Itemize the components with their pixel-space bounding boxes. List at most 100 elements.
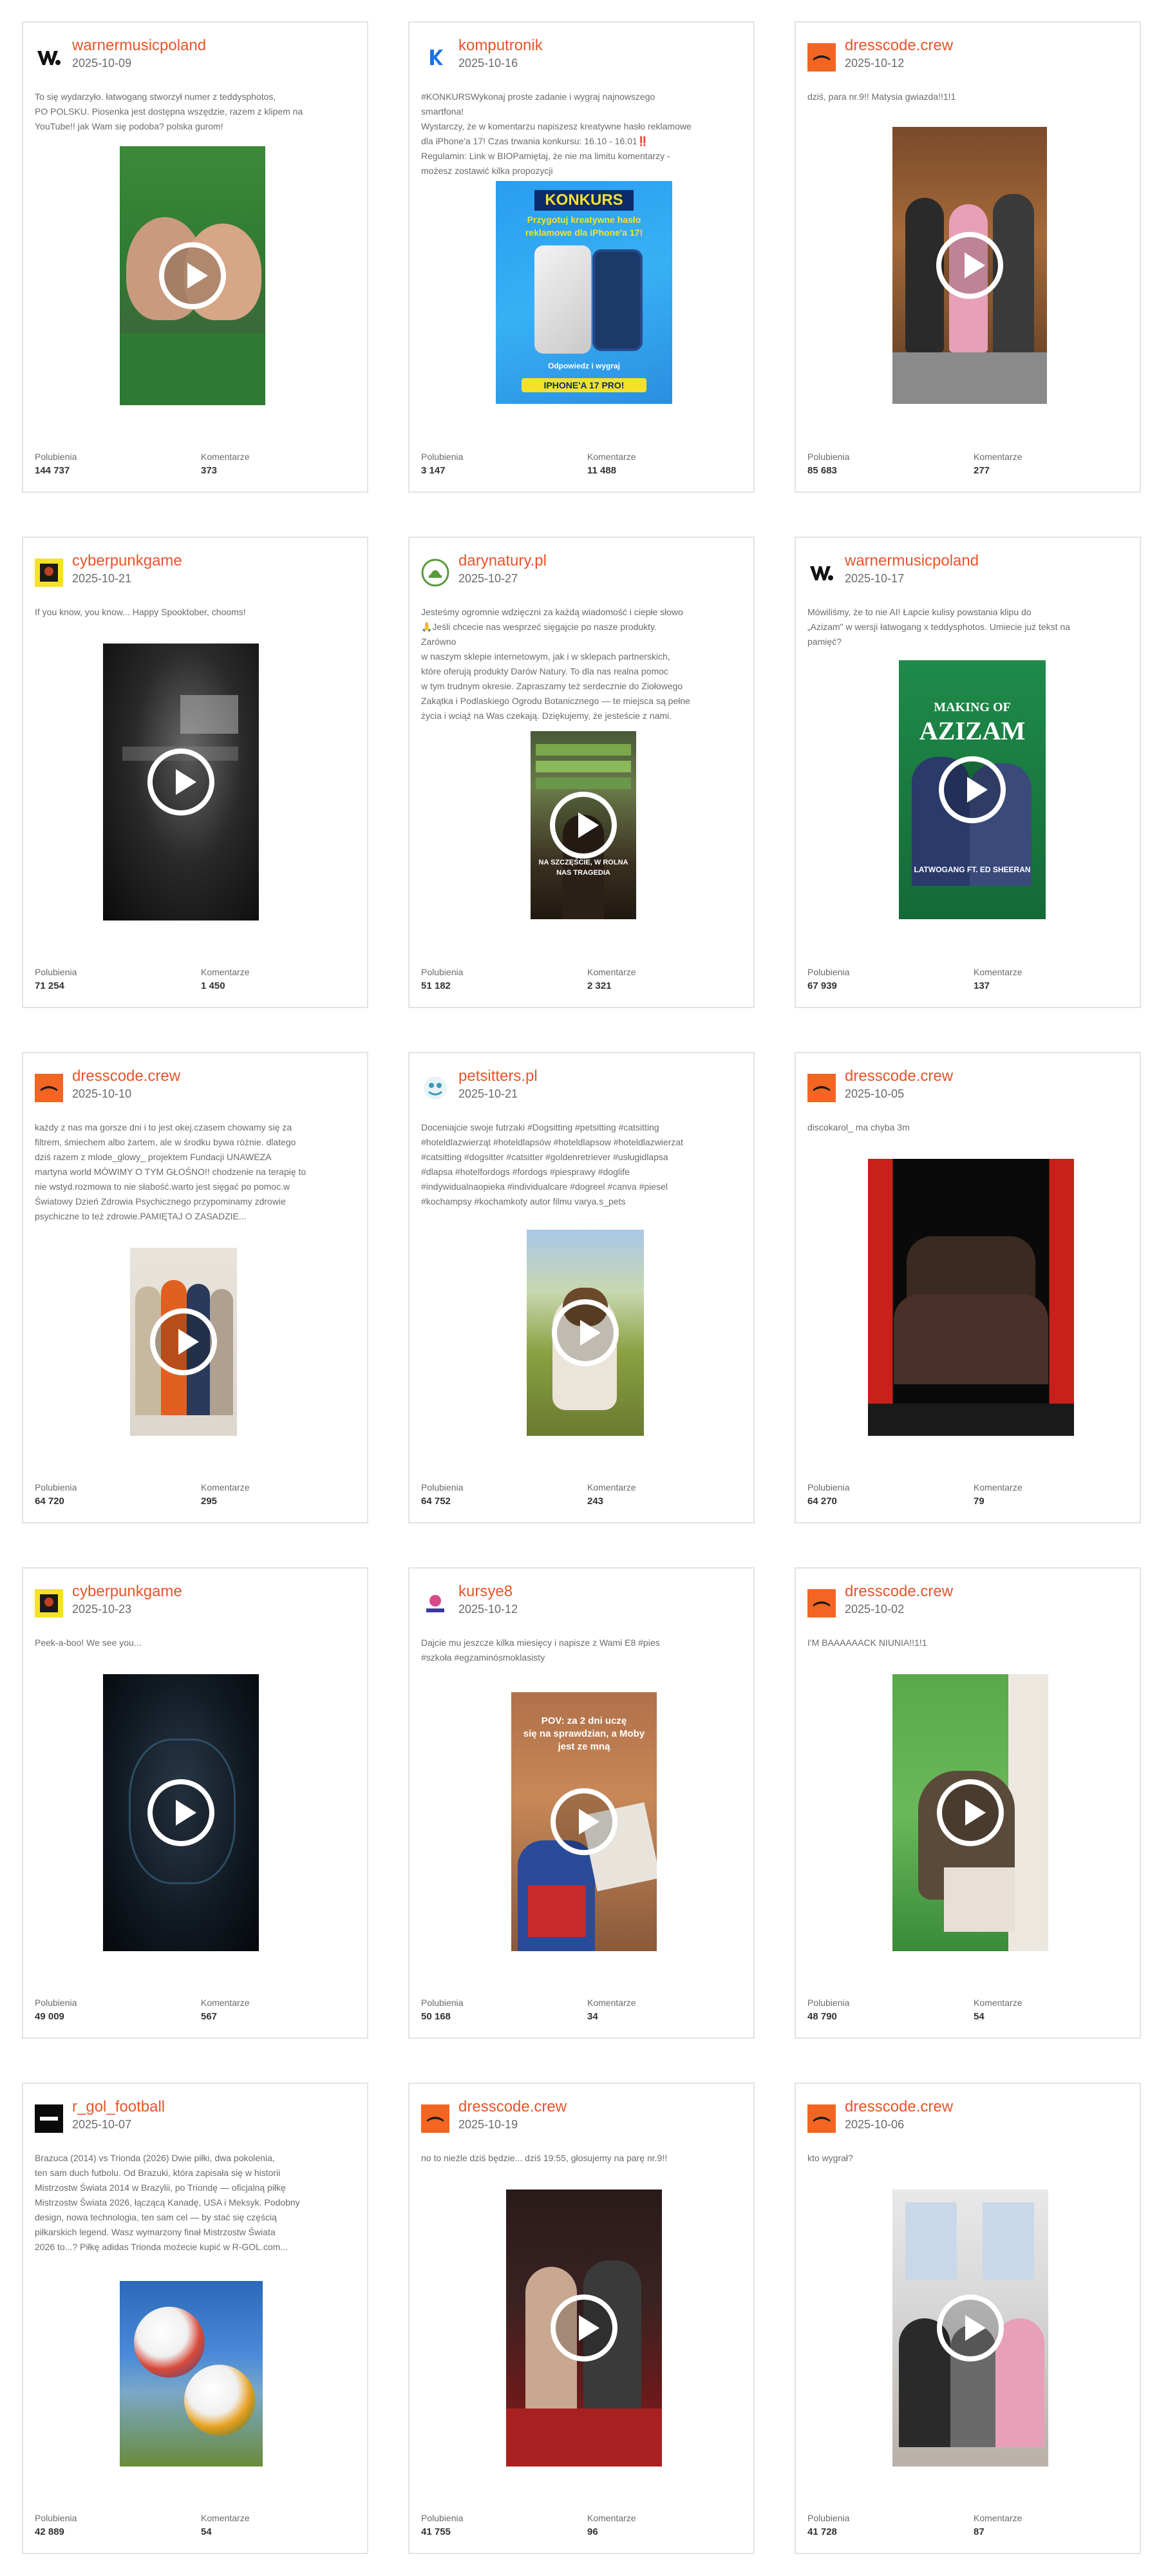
post-description: Doceniajcie swoje futrzaki #Dogsitting #… <box>421 1122 684 1207</box>
video-artist: LATWOGANG FT. ED SHEERAN <box>914 865 1031 874</box>
author-link[interactable]: kursye8 <box>458 1583 513 1601</box>
post-stats: Polubienia 71 254 Komentarze 1 450 <box>35 967 355 995</box>
post-card[interactable]: dresscode.crew 2025-10-12 dziś, para nr.… <box>795 21 1141 493</box>
post-image[interactable] <box>868 1159 1074 1436</box>
comments-label: Komentarze <box>201 967 250 977</box>
play-icon[interactable] <box>550 792 617 859</box>
play-icon[interactable] <box>551 2295 617 2361</box>
likes-label: Polubienia <box>35 967 77 977</box>
post-card[interactable]: r_gol_football 2025-10-07 Brazuca (2014)… <box>22 2083 368 2554</box>
play-icon[interactable] <box>937 1779 1004 1846</box>
dresscode-logo-icon[interactable] <box>807 2104 836 2133</box>
comments-count: 373 <box>201 465 218 476</box>
post-header: cyberpunkgame 2025-10-23 <box>35 1583 355 1619</box>
post-description: To się wydarzyło. łatwogang stworzył num… <box>35 91 303 131</box>
video-thumbnail[interactable] <box>892 127 1047 404</box>
video-thumbnail[interactable] <box>892 2190 1048 2466</box>
author-link[interactable]: warnermusicpoland <box>845 552 979 570</box>
video-thumbnail[interactable]: KONKURS Przygotuj kreatywne hasło reklam… <box>496 181 672 404</box>
play-icon[interactable] <box>147 749 214 816</box>
video-thumbnail[interactable] <box>506 2190 662 2466</box>
author-link[interactable]: dresscode.crew <box>72 1067 180 1085</box>
post-card[interactable]: warnermusicpoland 2025-10-09 To się wyda… <box>22 21 368 493</box>
author-link[interactable]: cyberpunkgame <box>72 1583 182 1601</box>
author-link[interactable]: dresscode.crew <box>845 1067 953 1085</box>
likes-count: 3 147 <box>421 465 446 476</box>
comments-count: 567 <box>201 2011 218 2022</box>
post-stats: Polubienia 41 728 Komentarze 87 <box>807 2513 1128 2541</box>
contest-cta[interactable]: IPHONE'A 17 PRO! <box>522 378 646 392</box>
kursye8-logo-icon[interactable] <box>421 1589 449 1617</box>
author-link[interactable]: komputronik <box>458 37 543 55</box>
warner-logo-icon[interactable] <box>807 558 836 587</box>
cyberpunk-logo-icon[interactable] <box>35 1589 63 1617</box>
post-date: 2025-10-09 <box>72 57 132 70</box>
play-icon[interactable] <box>551 1788 617 1855</box>
author-link[interactable]: petsitters.pl <box>458 1067 538 1085</box>
play-icon[interactable] <box>159 242 226 309</box>
video-thumbnail[interactable] <box>130 1248 237 1436</box>
video-thumbnail[interactable] <box>120 146 265 405</box>
dresscode-logo-icon[interactable] <box>807 43 836 72</box>
post-stats: Polubienia 41 755 Komentarze 96 <box>421 2513 742 2541</box>
post-card[interactable]: komputronik 2025-10-16 #KONKURSWykonaj p… <box>408 21 755 493</box>
post-card[interactable]: dresscode.crew 2025-10-19 no to nieźle d… <box>408 2083 755 2554</box>
darynatury-logo-icon[interactable] <box>421 558 449 587</box>
post-card[interactable]: petsitters.pl 2025-10-21 Doceniajcie swo… <box>408 1052 755 1523</box>
video-thumbnail[interactable]: POV: za 2 dni uczę się na sprawdzian, a … <box>511 1692 657 1951</box>
likes-label: Polubienia <box>421 967 464 977</box>
play-icon[interactable] <box>936 232 1003 299</box>
video-caption-3: jest ze mną <box>558 1741 610 1752</box>
post-card[interactable]: cyberpunkgame 2025-10-23 Peek-a-boo! We … <box>22 1567 368 2039</box>
dresscode-logo-icon[interactable] <box>807 1074 836 1102</box>
author-link[interactable]: dresscode.crew <box>845 37 953 55</box>
author-link[interactable]: r_gol_football <box>72 2098 165 2116</box>
cyberpunk-logo-icon[interactable] <box>35 558 63 587</box>
comments-label: Komentarze <box>974 452 1022 462</box>
video-thumbnail[interactable] <box>527 1230 644 1436</box>
play-icon[interactable] <box>552 1299 619 1366</box>
video-thumbnail[interactable]: NA SZCZĘŚCIE, W ROLNA NAS TRAGEDIA <box>531 731 636 919</box>
video-thumbnail[interactable] <box>892 1674 1048 1951</box>
play-icon[interactable] <box>939 756 1006 823</box>
post-header: dresscode.crew 2025-10-19 <box>421 2098 742 2134</box>
play-icon[interactable] <box>150 1308 217 1375</box>
video-thumbnail[interactable] <box>103 1674 259 1951</box>
post-card[interactable]: darynatury.pl 2025-10-27 Jesteśmy ogromn… <box>408 537 755 1008</box>
petsitters-logo-icon[interactable] <box>421 1074 449 1102</box>
post-card[interactable]: dresscode.crew 2025-10-10 każdy z nas ma… <box>22 1052 368 1523</box>
post-date: 2025-10-21 <box>458 1087 518 1100</box>
rgol-logo-icon[interactable] <box>35 2104 63 2133</box>
author-link[interactable]: dresscode.crew <box>845 1583 953 1601</box>
dresscode-logo-icon[interactable] <box>35 1074 63 1102</box>
post-card[interactable]: cyberpunkgame 2025-10-21 If you know, yo… <box>22 537 368 1008</box>
warner-logo-icon[interactable] <box>35 43 63 72</box>
post-card[interactable]: warnermusicpoland 2025-10-17 Mówiliśmy, … <box>795 537 1141 1008</box>
post-stats: Polubienia 3 147 Komentarze 11 488 <box>421 452 742 480</box>
post-stats: Polubienia 64 720 Komentarze 295 <box>35 1482 355 1511</box>
post-card[interactable]: dresscode.crew 2025-10-02 I'M BAAAAAACK … <box>795 1567 1141 2039</box>
komputronik-logo-icon[interactable] <box>421 43 449 72</box>
contest-prompt: Odpowiedz i wygraj <box>547 361 620 370</box>
author-link[interactable]: darynatury.pl <box>458 552 547 570</box>
author-link[interactable]: dresscode.crew <box>845 2098 953 2116</box>
likes-count: 144 737 <box>35 465 70 476</box>
post-header: darynatury.pl 2025-10-27 <box>421 552 742 588</box>
comments-count: 11 488 <box>587 465 617 476</box>
post-card[interactable]: dresscode.crew 2025-10-05 discokarol_ ma… <box>795 1052 1141 1523</box>
post-description: Peek-a-boo! We see you... <box>35 1637 142 1648</box>
post-card[interactable]: kursye8 2025-10-12 Dajcie mu jeszcze kil… <box>408 1567 755 2039</box>
play-icon[interactable] <box>937 2295 1004 2361</box>
video-thumbnail[interactable] <box>103 644 259 921</box>
post-card[interactable]: dresscode.crew 2025-10-06 kto wygrał? Po… <box>795 2083 1141 2554</box>
post-image[interactable] <box>120 2281 263 2466</box>
play-icon[interactable] <box>147 1779 214 1846</box>
author-link[interactable]: cyberpunkgame <box>72 552 182 570</box>
dresscode-logo-icon[interactable] <box>807 1589 836 1617</box>
video-caption: NA SZCZĘŚCIE, W ROLNA <box>538 859 628 866</box>
author-link[interactable]: dresscode.crew <box>458 2098 567 2116</box>
video-title: AZIZAM <box>919 716 1026 745</box>
dresscode-logo-icon[interactable] <box>421 2104 449 2133</box>
video-thumbnail[interactable]: MAKING OF AZIZAM LATWOGANG FT. ED SHEERA… <box>899 660 1046 919</box>
author-link[interactable]: warnermusicpoland <box>72 37 206 55</box>
